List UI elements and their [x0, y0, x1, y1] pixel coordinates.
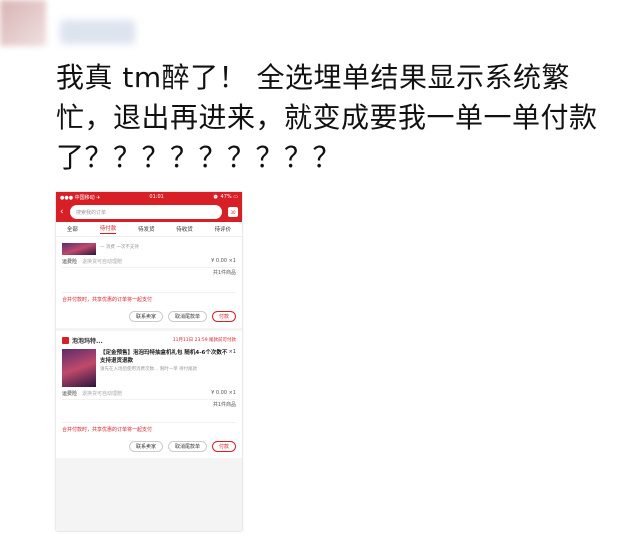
shipping-note: 退换货可自动理赔 [82, 390, 123, 397]
combined-pay-note: 合并付款时，共享优惠的订单将一起支付 [62, 292, 236, 307]
tab-pending-review[interactable]: 待评价 [215, 225, 232, 233]
time-label: 01:01 [149, 194, 164, 200]
combined-pay-note: 合并付款时，共享优惠的订单将一起支付 [62, 422, 236, 437]
order-summary: 共1件商品 [212, 270, 236, 276]
shop-icon [62, 336, 69, 344]
carrier-label: ●●● 中国移动 ✈ [60, 194, 101, 201]
insurance-price: ¥ 0.00 ×1 [211, 258, 236, 264]
tab-pending-payment[interactable]: 待付款 [99, 224, 117, 234]
order-card-2: 泡泡玛特... 11月11日 23:59 尾款前可付款 【定金预售】泡泡玛特抽盒… [56, 331, 242, 458]
item-note: 请先在入场后使用消费次数... 限时一单 待付尾款 [100, 367, 198, 372]
insurance-price: ¥ 0.00 ×1 [211, 390, 236, 396]
post-text: 我真 tm醉了！ 全选埋单结果显示系统繁忙，退出再进来，就变成要我一单一单付款了… [56, 61, 598, 174]
product-thumbnail [62, 243, 96, 255]
pay-button[interactable]: 付款 [211, 310, 236, 322]
cancel-balance-button[interactable]: 取消尾款单 [167, 440, 207, 452]
battery-label: ⏰ 47% ▭ [212, 194, 238, 200]
pay-button[interactable]: 付款 [211, 440, 236, 452]
order-actions: 联系卖家 取消尾款单 付款 [62, 307, 236, 325]
tab-pending-shipment[interactable]: 待发货 [138, 225, 155, 233]
shop-row: 泡泡玛特... 11月11日 23:59 尾款前可付款 [62, 334, 236, 346]
item-note: 一 消费 一次不支持 [100, 245, 139, 250]
product-thumbnail [62, 349, 96, 387]
shipping-insurance-row: 运费险 退换货可自动理赔 ¥ 0.00 ×1 [62, 255, 236, 268]
message-badge-icon[interactable]: 30 [228, 207, 238, 217]
order-card-1: 一 消费 一次不支持 运费险 退换货可自动理赔 ¥ 0.00 ×1 共1件商品 合… [56, 237, 242, 328]
tab-all[interactable]: 全部 [67, 225, 78, 233]
order-item-partial: 一 消费 一次不支持 [62, 240, 236, 255]
item-quantity: ×1 [228, 349, 236, 355]
shipping-insurance-row: 运费险 退换货可自动理赔 ¥ 0.00 ×1 [62, 387, 236, 400]
contact-seller-button[interactable]: 联系卖家 [128, 440, 163, 452]
shipping-label: 运费险 [62, 390, 78, 397]
contact-seller-button[interactable]: 联系卖家 [128, 310, 163, 322]
search-bar: ‹ 搜索我的订单 30 [56, 202, 242, 222]
avatar [0, 0, 46, 46]
tab-pending-receipt[interactable]: 待收货 [176, 225, 193, 233]
cancel-balance-button[interactable]: 取消尾款单 [167, 310, 207, 322]
back-arrow-icon[interactable]: ‹ [60, 207, 70, 217]
order-tabs: 全部 待付款 待发货 待收货 待评价 [56, 222, 242, 237]
order-search-input[interactable]: 搜索我的订单 [70, 205, 222, 219]
shop-name[interactable]: 泡泡玛特... [72, 336, 103, 345]
order-item[interactable]: 【定金预售】泡泡玛特抽盒机礼包 随机4-6个次数不支持退货退款 请先在入场后使用… [62, 346, 236, 387]
item-title: 【定金预售】泡泡玛特抽盒机礼包 随机4-6个次数不支持退货退款 [100, 350, 228, 364]
order-summary: 共1件商品 [212, 402, 236, 408]
status-bar: ●●● 中国移动 ✈ 01:01 ⏰ 47% ▭ [56, 192, 242, 202]
shipping-note: 退换货可自动理赔 [82, 258, 123, 265]
phone-screenshot: ●●● 中国移动 ✈ 01:01 ⏰ 47% ▭ ‹ 搜索我的订单 30 全部 … [56, 192, 242, 531]
shipping-label: 运费险 [62, 258, 78, 265]
order-actions: 联系卖家 取消尾款单 付款 [62, 437, 236, 455]
search-placeholder: 搜索我的订单 [76, 209, 107, 216]
username-blurred [60, 20, 135, 44]
order-status: 11月11日 23:59 尾款前可付款 [172, 338, 236, 343]
